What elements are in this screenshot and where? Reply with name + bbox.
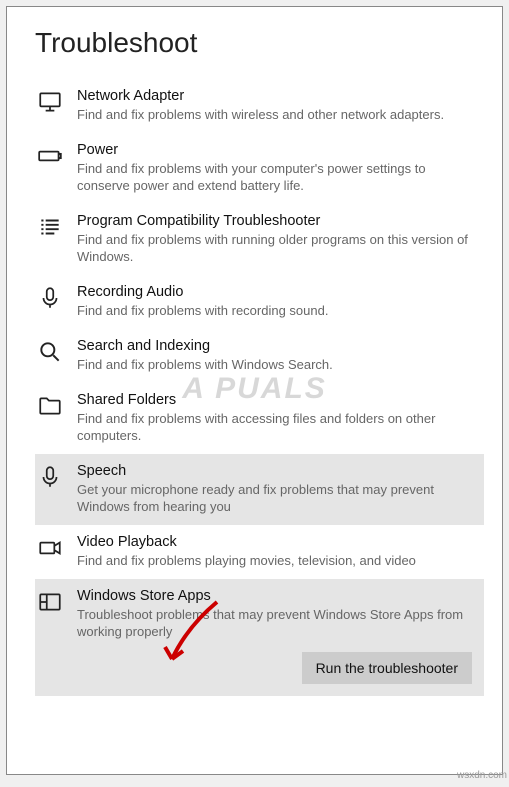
- item-text: Windows Store Apps Troubleshoot problems…: [77, 587, 478, 640]
- item-text: Search and Indexing Find and fix problem…: [77, 337, 478, 373]
- item-speech[interactable]: Speech Get your microphone ready and fix…: [35, 454, 484, 525]
- item-title: Windows Store Apps: [77, 587, 478, 605]
- item-desc: Find and fix problems with accessing fil…: [77, 410, 478, 444]
- item-text: Program Compatibility Troubleshooter Fin…: [77, 212, 478, 265]
- item-text: Video Playback Find and fix problems pla…: [77, 533, 478, 569]
- item-desc: Troubleshoot problems that may prevent W…: [77, 606, 478, 640]
- microphone-icon: [37, 464, 63, 490]
- apps-icon: [37, 589, 63, 615]
- run-troubleshooter-button[interactable]: Run the troubleshooter: [302, 652, 472, 684]
- settings-window: Troubleshoot Network Adapter Find and fi…: [6, 6, 503, 775]
- footer-url: wsxdn.com: [457, 770, 507, 781]
- item-title: Power: [77, 141, 478, 159]
- battery-icon: [37, 143, 63, 169]
- search-icon: [37, 339, 63, 365]
- item-desc: Find and fix problems with your computer…: [77, 160, 478, 194]
- item-text: Power Find and fix problems with your co…: [77, 141, 478, 194]
- item-windows-store-apps[interactable]: Windows Store Apps Troubleshoot problems…: [35, 579, 484, 696]
- item-power[interactable]: Power Find and fix problems with your co…: [35, 133, 484, 204]
- item-text: Speech Get your microphone ready and fix…: [77, 462, 478, 515]
- troubleshooter-list: Network Adapter Find and fix problems wi…: [35, 79, 484, 696]
- item-title: Network Adapter: [77, 87, 478, 105]
- item-desc: Find and fix problems with recording sou…: [77, 302, 478, 319]
- list-icon: [37, 214, 63, 240]
- item-desc: Find and fix problems with running older…: [77, 231, 478, 265]
- item-title: Video Playback: [77, 533, 478, 551]
- item-title: Speech: [77, 462, 478, 480]
- item-text: Network Adapter Find and fix problems wi…: [77, 87, 478, 123]
- item-desc: Find and fix problems playing movies, te…: [77, 552, 478, 569]
- item-shared-folders[interactable]: Shared Folders Find and fix problems wit…: [35, 383, 484, 454]
- item-title: Recording Audio: [77, 283, 478, 301]
- video-icon: [37, 535, 63, 561]
- item-video-playback[interactable]: Video Playback Find and fix problems pla…: [35, 525, 484, 579]
- item-recording-audio[interactable]: Recording Audio Find and fix problems wi…: [35, 275, 484, 329]
- microphone-icon: [37, 285, 63, 311]
- item-title: Shared Folders: [77, 391, 478, 409]
- item-title: Program Compatibility Troubleshooter: [77, 212, 478, 230]
- item-desc: Get your microphone ready and fix proble…: [77, 481, 478, 515]
- item-search-indexing[interactable]: Search and Indexing Find and fix problem…: [35, 329, 484, 383]
- item-desc: Find and fix problems with Windows Searc…: [77, 356, 478, 373]
- item-program-compatibility[interactable]: Program Compatibility Troubleshooter Fin…: [35, 204, 484, 275]
- item-network-adapter[interactable]: Network Adapter Find and fix problems wi…: [35, 79, 484, 133]
- item-desc: Find and fix problems with wireless and …: [77, 106, 478, 123]
- monitor-icon: [37, 89, 63, 115]
- page-title: Troubleshoot: [35, 27, 484, 59]
- item-text: Shared Folders Find and fix problems wit…: [77, 391, 478, 444]
- item-title: Search and Indexing: [77, 337, 478, 355]
- item-text: Recording Audio Find and fix problems wi…: [77, 283, 478, 319]
- folder-icon: [37, 393, 63, 419]
